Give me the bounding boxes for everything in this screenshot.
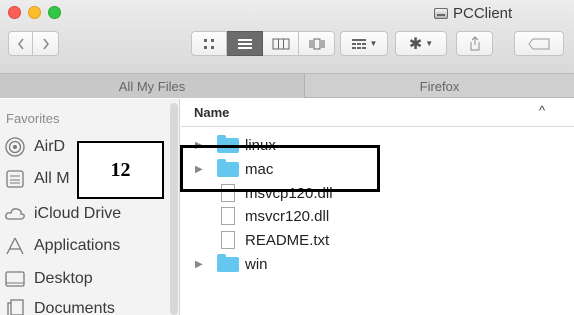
chevron-left-icon [17, 38, 24, 49]
sidebar-item-label: iCloud Drive [34, 205, 122, 222]
icon-view-button[interactable] [191, 31, 227, 56]
sidebar-item-label: AirD [34, 138, 66, 155]
window-title-text: PCClient [453, 4, 513, 22]
sidebar-item-label: All M [34, 170, 70, 187]
column-view-button[interactable] [263, 31, 299, 56]
sidebar-scrollbar[interactable] [170, 103, 178, 315]
list-row-win[interactable]: ▶ win [181, 253, 574, 275]
cover-flow-icon [309, 38, 324, 49]
window-toolbar: PCClient ▼ ✱ ▼ [0, 0, 574, 74]
columns-icon [272, 38, 289, 49]
file-name: README.txt [245, 231, 330, 249]
forward-button[interactable] [33, 31, 59, 56]
zoom-window-button[interactable] [48, 6, 61, 19]
list-icon [237, 38, 252, 49]
arrange-icon [351, 38, 366, 49]
highlight-box [180, 145, 380, 192]
desktop-icon [4, 268, 26, 290]
chevron-right-icon [42, 38, 49, 49]
cover-flow-button[interactable] [299, 31, 335, 56]
list-view-button[interactable] [227, 31, 263, 56]
close-window-button[interactable] [8, 6, 21, 19]
sidebar-item-label: Documents [34, 300, 115, 315]
gear-icon: ✱ [408, 35, 423, 53]
file-name: win [245, 255, 268, 273]
documents-icon [4, 298, 26, 315]
tab-bar: All My Files Firefox [0, 74, 574, 98]
tab-all-my-files[interactable]: All My Files [0, 74, 305, 98]
list-header: Name ^ [181, 99, 574, 127]
window-title: PCClient [434, 4, 512, 22]
chevron-down-icon: ▼ [425, 39, 434, 48]
sidebar-item-all-my-files[interactable]: All M [4, 164, 70, 194]
disclosure-triangle-icon[interactable]: ▶ [195, 259, 205, 270]
sidebar-item-documents[interactable]: Documents [4, 294, 115, 315]
text-file-icon [221, 231, 235, 249]
folder-icon [217, 253, 239, 272]
arrange-button[interactable]: ▼ [340, 31, 388, 56]
chevron-down-icon: ▼ [369, 39, 378, 48]
cloud-icon [4, 203, 26, 225]
airdrop-icon [4, 136, 26, 158]
list-row-readme[interactable]: README.txt [181, 229, 574, 251]
sidebar: Favorites AirD All M iCloud Drive Applic… [0, 99, 180, 315]
sidebar-item-label: Applications [34, 237, 121, 254]
sidebar-item-icloud-drive[interactable]: iCloud Drive [4, 199, 121, 229]
tags-button[interactable] [514, 31, 564, 56]
action-button[interactable]: ✱ ▼ [395, 31, 447, 56]
sidebar-item-desktop[interactable]: Desktop [4, 264, 93, 294]
file-icon [221, 207, 235, 225]
grid-icon [204, 38, 214, 49]
minimize-window-button[interactable] [28, 6, 41, 19]
sort-ascending-icon[interactable]: ^ [539, 103, 545, 118]
step-callout: 12 [77, 141, 164, 199]
back-button[interactable] [8, 31, 33, 56]
sidebar-item-label: Desktop [34, 270, 93, 287]
column-header-name[interactable]: Name [194, 105, 229, 120]
tab-firefox[interactable]: Firefox [305, 74, 574, 98]
applications-icon [4, 235, 26, 257]
sidebar-heading-favorites: Favorites [6, 111, 60, 126]
view-mode-group [191, 31, 335, 56]
share-icon [470, 36, 479, 51]
file-name: msvcr120.dll [245, 207, 330, 225]
list-row-msvcr120[interactable]: msvcr120.dll [181, 205, 574, 227]
sidebar-item-airdrop[interactable]: AirD [4, 132, 65, 162]
tag-icon [528, 38, 550, 49]
sidebar-item-applications[interactable]: Applications [4, 231, 120, 261]
hard-drive-icon [434, 7, 448, 19]
share-button[interactable] [456, 31, 493, 56]
all-my-files-icon [4, 168, 26, 190]
